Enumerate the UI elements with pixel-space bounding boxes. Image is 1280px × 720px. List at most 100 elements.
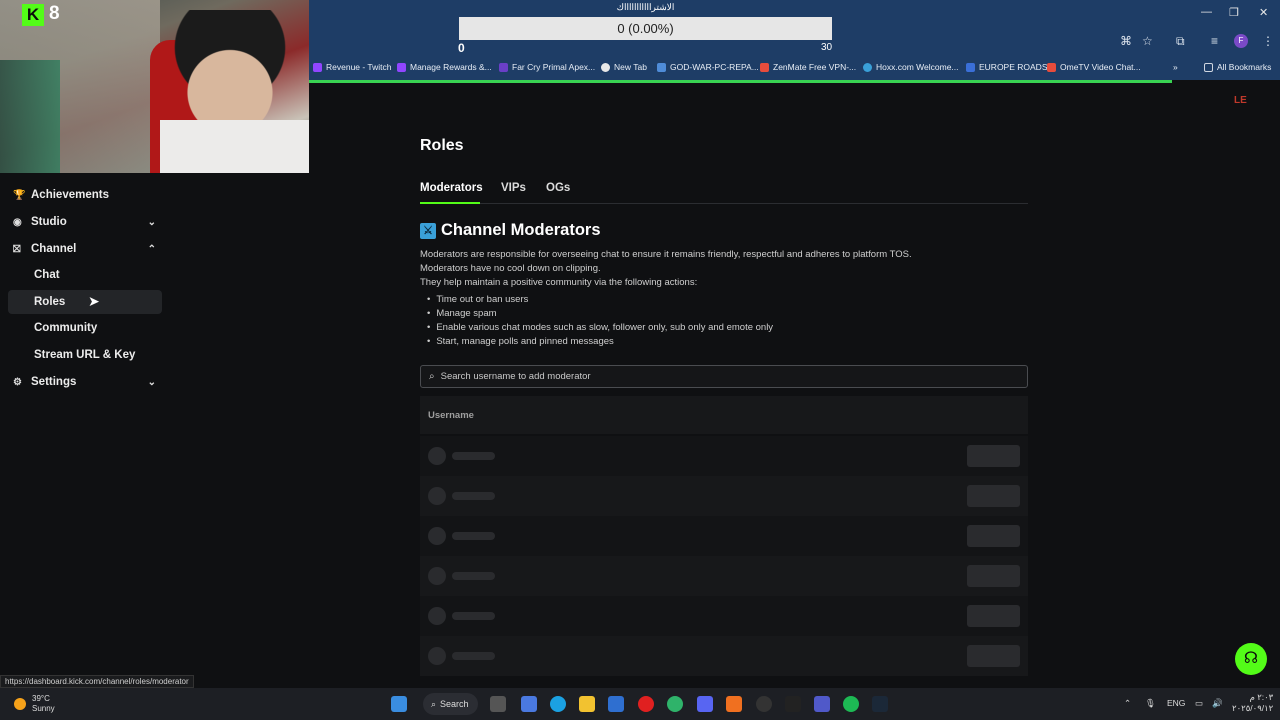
steam-icon[interactable]: [872, 696, 888, 712]
kick-logo-icon: K: [22, 4, 44, 26]
webcam-light: [0, 60, 60, 173]
sidebar-item-stream-url-key[interactable]: Stream URL & Key: [8, 343, 162, 367]
search-input[interactable]: [440, 371, 1011, 382]
discord-icon[interactable]: [697, 696, 713, 712]
webcam-shirt: [160, 120, 309, 173]
vpn-icon: [760, 62, 769, 72]
page-title: Roles: [420, 137, 464, 154]
tab-ogs[interactable]: OGs: [546, 182, 570, 194]
copilot-icon[interactable]: [521, 696, 537, 712]
globe-icon: [601, 62, 610, 72]
app-icon[interactable]: [756, 696, 772, 712]
edge-icon[interactable]: [550, 696, 566, 712]
bookmarks-bar: Revenue - Twitch Manage Rewards &... Far…: [309, 56, 1280, 80]
bookmark-item[interactable]: GOD-WAR-PC-REPA...: [657, 62, 759, 72]
windows-start-icon[interactable]: [391, 696, 407, 712]
ometv-icon: [1047, 62, 1056, 72]
sidebar-item-community[interactable]: Community: [8, 316, 162, 340]
skeleton-avatar: [428, 607, 446, 625]
volume-icon[interactable]: 🔊: [1212, 698, 1223, 709]
epic-games-icon[interactable]: [785, 696, 801, 712]
sun-icon: [14, 698, 26, 710]
app-icon[interactable]: [726, 696, 742, 712]
skeleton-button: [967, 645, 1020, 667]
support-chat-button[interactable]: ☊: [1235, 643, 1267, 675]
skeleton-avatar: [428, 647, 446, 665]
star-icon[interactable]: ☆: [1142, 34, 1153, 48]
bookmark-item[interactable]: OmeTV Video Chat...: [1047, 62, 1141, 72]
list-item: Start, manage polls and pinned messages: [427, 334, 773, 348]
folder-icon: [1204, 62, 1213, 72]
chevron-up-icon: ⌃: [147, 243, 156, 255]
table-header: Username: [420, 396, 1028, 434]
sidebar-item-achievements[interactable]: 🏆 Achievements: [8, 183, 162, 207]
tab-moderators[interactable]: Moderators: [420, 182, 483, 194]
spotify-icon[interactable]: [843, 696, 859, 712]
trophy-icon: 🏆: [13, 189, 26, 201]
table-row: [420, 476, 1028, 516]
twitch-icon: [397, 62, 406, 72]
store-icon[interactable]: [608, 696, 624, 712]
webcam-overlay: K 8: [0, 0, 309, 173]
sidebar-item-channel[interactable]: ⛝ Channel ⌃: [8, 237, 162, 261]
skeleton-text: [452, 612, 495, 620]
all-bookmarks[interactable]: All Bookmarks: [1204, 62, 1271, 72]
minimize-icon[interactable]: —: [1201, 6, 1212, 18]
bookmark-item[interactable]: EUROPE ROADS: [966, 62, 1048, 72]
skeleton-text: [452, 452, 495, 460]
twitch-icon: [313, 62, 322, 72]
translate-icon[interactable]: ⌘: [1120, 34, 1132, 48]
close-icon[interactable]: ✕: [1259, 6, 1268, 19]
table-row: [420, 516, 1028, 556]
chrome-icon[interactable]: [667, 696, 683, 712]
chevron-down-icon: ⌄: [147, 216, 156, 228]
opera-icon[interactable]: [638, 696, 654, 712]
table-row: [420, 636, 1028, 676]
language-indicator[interactable]: ENG: [1167, 698, 1185, 708]
skeleton-avatar: [428, 567, 446, 585]
skeleton-text: [452, 652, 495, 660]
bookmark-item[interactable]: Hoxx.com Welcome...: [863, 62, 959, 72]
profile-avatar[interactable]: F: [1234, 34, 1248, 48]
menu-icon[interactable]: ⋮: [1262, 34, 1274, 48]
bookmark-item[interactable]: Revenue - Twitch: [313, 62, 392, 72]
skeleton-text: [452, 492, 495, 500]
overlay-logo: LE: [1234, 95, 1247, 106]
roles-tabs: Moderators VIPs OGs: [420, 182, 1028, 204]
bookmark-item[interactable]: New Tab: [601, 62, 647, 72]
tray-expand-icon[interactable]: ⌃: [1124, 698, 1131, 709]
file-explorer-icon[interactable]: [579, 696, 595, 712]
tab-vips[interactable]: VIPs: [501, 182, 526, 194]
road-icon: [966, 62, 975, 72]
taskbar-search[interactable]: ⌕ Search: [423, 693, 478, 715]
sidebar-item-settings[interactable]: ⚙ Settings ⌄: [8, 370, 162, 394]
bookmark-item[interactable]: Manage Rewards &...: [397, 62, 492, 72]
bookmark-item[interactable]: Far Cry Primal Apex...: [499, 62, 595, 72]
page-load-bar: [309, 80, 1172, 83]
skeleton-button: [967, 565, 1020, 587]
microphone-icon[interactable]: 🎙: [1145, 698, 1156, 709]
active-tab-indicator: [420, 202, 480, 204]
weather-widget[interactable]: 39°C Sunny: [14, 694, 55, 714]
table-row: [420, 556, 1028, 596]
extensions-icon[interactable]: ⧉: [1176, 34, 1185, 49]
cloud-icon: [657, 62, 666, 72]
clock[interactable]: ٢:٠٣ م ٢٠٢٥/٠٩/١٢: [1232, 692, 1273, 714]
sidebar-item-chat[interactable]: Chat: [8, 263, 162, 287]
search-icon: ⌕: [431, 698, 437, 709]
teams-icon[interactable]: [814, 696, 830, 712]
task-view-icon[interactable]: [490, 696, 506, 712]
skeleton-text: [452, 532, 495, 540]
media-icon[interactable]: ≡: [1211, 34, 1218, 48]
restore-icon[interactable]: ❐: [1229, 6, 1239, 19]
bookmarks-overflow-icon[interactable]: »: [1173, 62, 1178, 72]
taskbar: 39°C Sunny ⌕ Search ⌃ 🎙 ENG ▭ 🔊 ٢:٠٣ م ٢٠…: [0, 688, 1280, 720]
section-title: ⚔ Channel Moderators: [420, 221, 601, 240]
list-item: Enable various chat modes such as slow, …: [427, 320, 773, 334]
sidebar-item-studio[interactable]: ◉ Studio ⌄: [8, 210, 162, 234]
sidebar-item-roles[interactable]: Roles: [8, 290, 162, 314]
weather-temp: 39°C: [32, 694, 50, 703]
bookmark-item[interactable]: ZenMate Free VPN-...: [760, 62, 856, 72]
network-icon[interactable]: ▭: [1195, 698, 1203, 709]
mouse-cursor-icon: ➤: [88, 293, 100, 309]
